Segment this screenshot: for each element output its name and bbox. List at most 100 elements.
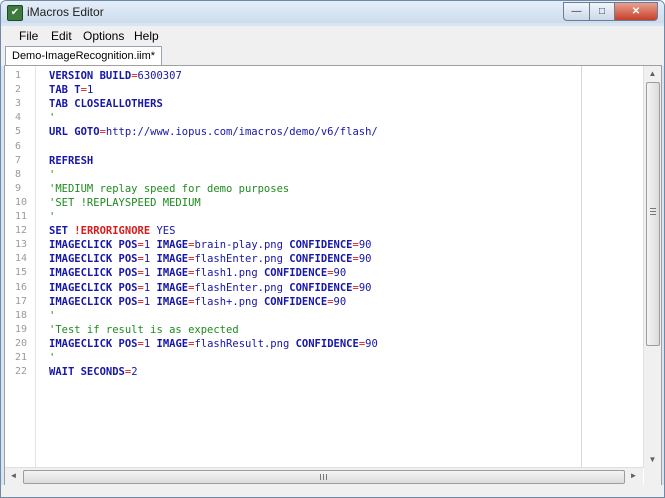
code-token: 1 [143,337,157,350]
grip-line [323,474,324,480]
line-number: 20 [15,337,28,349]
code-token: 'Test if result is as expected [49,323,239,336]
code-token: flash+.png [194,295,264,308]
code-line[interactable]: TAB T=1 [49,83,93,97]
code-line[interactable]: IMAGECLICK POS=1 IMAGE=flash+.png CONFID… [49,295,346,309]
code-line[interactable]: ' [49,309,55,323]
code-token: ' [49,309,56,322]
line-number: 1 [15,70,22,81]
code-line[interactable]: ' [49,351,55,365]
code-token: CONFIDENCE [289,239,353,252]
status-bar [1,485,664,497]
vertical-scroll-thumb[interactable] [646,82,660,346]
scroll-right-arrow-icon[interactable]: ► [625,468,642,484]
code-token: SET [49,225,75,238]
code-line[interactable]: VERSION BUILD=6300307 [49,69,182,83]
window-controls: — □ ✕ [563,2,658,21]
code-token: IMAGECLICK POS [49,337,138,350]
menu-file[interactable]: File [19,29,38,43]
code-token: flashEnter.png [194,281,290,294]
code-line[interactable]: ' [49,111,55,125]
code-token: YES [150,225,176,238]
code-token: IMAGECLICK POS [49,253,138,266]
line-number: 19 [15,323,28,335]
code-line[interactable]: URL GOTO=http://www.iopus.com/imacros/de… [49,125,378,139]
code-line[interactable]: 'MEDIUM replay speed for demo purposes [49,182,289,196]
code-token: IMAGE [156,295,189,308]
horizontal-scrollbar[interactable]: ◄ ► [5,467,643,485]
line-number: 6 [15,140,22,152]
code-token: TAB T [49,84,81,97]
close-button[interactable]: ✕ [615,2,658,21]
code-line[interactable]: IMAGECLICK POS=1 IMAGE=flashEnter.png CO… [49,281,371,295]
code-line[interactable]: SET !ERRORIGNORE YES [49,224,175,238]
code-token: IMAGE [156,337,189,350]
code-token: ' [49,211,56,223]
code-token: 6300307 [137,70,182,82]
code-token: CONFIDENCE [289,253,353,266]
code-token: 1 [143,267,157,280]
code-line[interactable]: REFRESH [49,154,93,168]
code-line[interactable]: ' [49,168,55,182]
horizontal-scroll-thumb[interactable] [23,470,625,484]
code-token: IMAGECLICK POS [49,239,138,252]
line-number: 10 [15,196,28,208]
code-line[interactable]: TAB CLOSEALLOTHERS [49,97,163,111]
line-number: 4 [15,112,22,124]
code-token: IMAGE [156,281,189,294]
code-token: 'SET !REPLAYSPEED MEDIUM [49,196,201,209]
code-token: WAIT SECONDS [49,366,125,379]
code-line[interactable]: IMAGECLICK POS=1 IMAGE=brain-play.png CO… [49,238,371,252]
imacros-editor-window: ✔ iMacros Editor — □ ✕ File Edit Options… [0,0,665,498]
scrollbar-corner [644,468,661,485]
minimize-button[interactable]: — [563,2,590,21]
window-title: iMacros Editor [27,5,104,19]
imacros-app-icon[interactable]: ✔ [7,5,23,21]
code-token: ' [49,112,56,125]
code-token: flashResult.png [194,337,296,350]
code-line[interactable]: IMAGECLICK POS=1 IMAGE=flashEnter.png CO… [49,252,371,266]
tab-demo-image-recognition[interactable]: Demo-ImageRecognition.iim* [5,46,163,66]
code-token: CONFIDENCE [295,337,359,350]
code-token: CONFIDENCE [263,295,328,308]
title-bar[interactable]: ✔ iMacros Editor — □ ✕ [1,1,664,23]
line-number: 11 [15,211,28,222]
code-line[interactable]: IMAGECLICK POS=1 IMAGE=flashResult.png C… [49,337,378,351]
menu-edit[interactable]: Edit [51,29,72,43]
scroll-down-arrow-icon[interactable]: ▼ [644,452,661,468]
code-token: IMAGECLICK POS [49,267,138,280]
code-line[interactable]: 'Test if result is as expected [49,323,239,337]
menu-help[interactable]: Help [134,29,159,43]
maximize-button[interactable]: □ [590,2,615,21]
code-token: 'MEDIUM replay speed for demo purposes [49,182,290,195]
code-line[interactable]: 'SET !REPLAYSPEED MEDIUM [49,196,201,210]
code-token: brain-play.png [194,239,290,252]
code-line[interactable]: IMAGECLICK POS=1 IMAGE=flash1.png CONFID… [49,266,346,280]
grip-line [326,474,327,480]
line-number: 18 [15,309,28,321]
code-token: URL GOTO [49,126,100,139]
code-token: CONFIDENCE [289,281,353,294]
scroll-left-arrow-icon[interactable]: ◄ [5,468,22,484]
code-token: 90 [365,337,378,350]
code-token: ' [49,352,56,364]
line-number: 7 [15,154,22,166]
code-editor[interactable]: 1 2 3 4 5 6 7 8 9 10 11 12 13 14 15 16 17 18 19 20 21 22 VERS… [4,65,662,486]
grip-line [650,214,656,215]
line-number: 13 [15,239,28,251]
line-number: 5 [15,126,22,138]
code-token: 2 [131,366,138,379]
code-token: 1 [143,239,157,252]
code-token: VERSION BUILD [49,70,132,82]
code-line[interactable]: ' [49,210,55,224]
scroll-up-arrow-icon[interactable]: ▲ [644,66,661,82]
code-token: flash1.png [194,267,264,280]
code-line[interactable]: WAIT SECONDS=2 [49,365,138,379]
line-number: 22 [15,366,28,378]
vertical-scrollbar[interactable]: ▲ ▼ [643,66,661,468]
line-number-gutter: 1 2 3 4 5 6 7 8 9 10 11 12 13 14 15 16 17 18 19 20 21 22 [5,66,36,468]
code-token: ' [49,168,56,181]
code-token: 1 [86,84,94,97]
menu-options[interactable]: Options [83,29,124,43]
line-number: 8 [15,168,22,180]
